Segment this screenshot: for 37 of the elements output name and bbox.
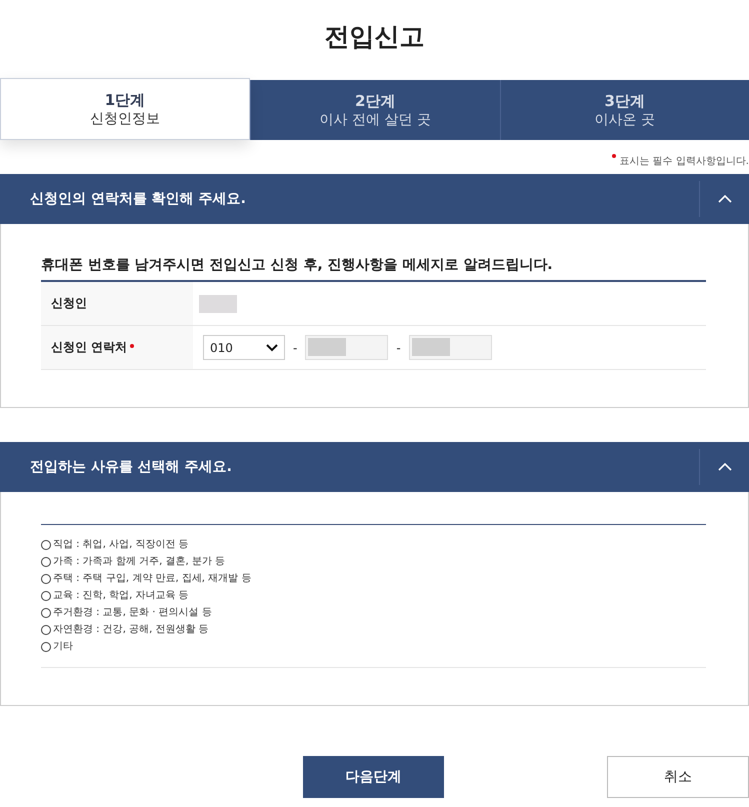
section-title: 신청인의 연락처를 확인해 주세요. [30,190,246,208]
required-note: 표시는 필수 입력사항입니다. [619,155,749,168]
phone-input-field[interactable] [408,335,492,360]
radio-option[interactable]: 주택 : 주택 구입, 계약 만료, 집세, 재개발 등 [41,571,706,587]
radio-button[interactable] [41,557,51,567]
radio-option[interactable]: 주거환경 : 교통, 문화 · 편의시설 등 [41,605,706,621]
row-label: 신청인 연락처 [41,326,193,369]
prefix-select[interactable]: 010 [203,335,285,360]
radio-button[interactable] [41,625,51,635]
next-step-button[interactable]: 다음단계 [303,756,444,798]
redaction-block [199,294,237,312]
page-title: 전입신고 [324,21,426,53]
redaction-block [412,338,450,356]
separator-text: - [396,340,401,354]
chevron-up-icon [718,463,732,471]
step-tab[interactable]: 3단계 이사온 곳 [500,80,749,140]
radio-option[interactable]: 교육 : 진학, 학업, 자녀교육 등 [41,588,706,604]
radio-button[interactable] [41,591,51,601]
cancel-button[interactable]: 취소 [607,756,749,798]
radio-button[interactable] [41,608,51,618]
phone-input-field[interactable] [305,335,388,360]
radio-option[interactable]: 직업 : 취업, 사업, 직장이전 등 [41,537,706,553]
radio-option[interactable]: 자연환경 : 건강, 공해, 전원생활 등 [41,622,706,638]
section-title: 전입하는 사유를 선택해 주세요. [30,458,232,476]
radio-button[interactable] [41,574,51,584]
separator-text: - [293,340,298,354]
step-tab[interactable]: 2단계 이사 전에 살던 곳 [250,80,500,140]
radio-option[interactable]: 가족 : 가족과 함께 거주, 결혼, 분가 등 [41,554,706,570]
redaction-block [308,338,346,356]
row-label: 신청인 [41,282,193,325]
radio-option[interactable]: 기타 [41,639,706,655]
caret-icon [266,344,278,352]
step-tab[interactable]: 1단계 신청인정보 [0,78,250,140]
chevron-up-icon [718,195,732,203]
radio-button[interactable] [41,540,51,550]
radio-button[interactable] [41,642,51,652]
required-dot-icon [612,154,616,158]
